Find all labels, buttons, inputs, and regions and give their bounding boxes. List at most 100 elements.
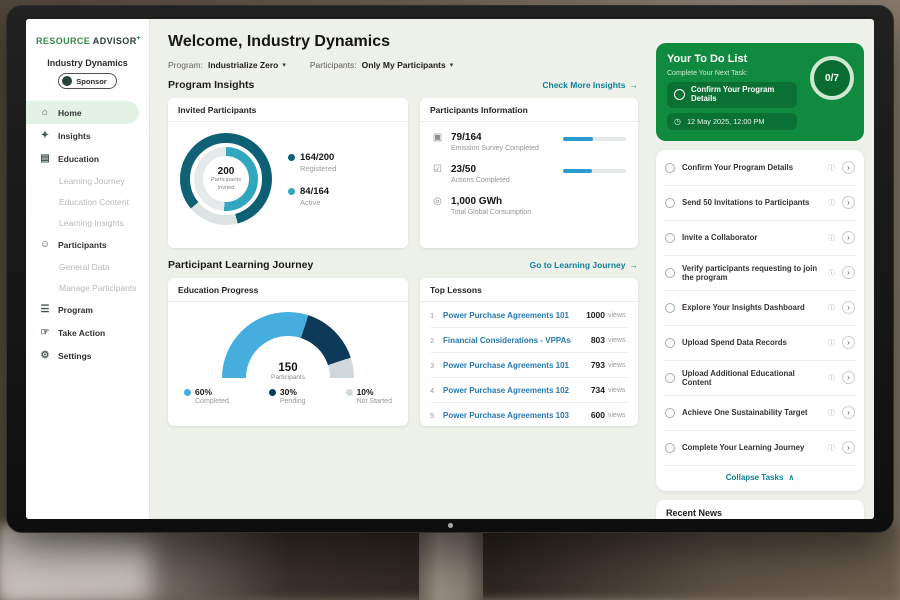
participants-filter-value: Only My Participants [362, 60, 446, 70]
info-label: Actions Completed [451, 177, 555, 184]
chevron-right-icon[interactable]: › [842, 371, 855, 384]
app-logo: RESOURCE ADVISOR+ [26, 35, 149, 58]
chevron-up-icon: ∧ [788, 473, 794, 482]
sidebar-subitem-label: General Data [59, 262, 110, 272]
lesson-link[interactable]: Power Purchase Agreements 103 [443, 411, 591, 420]
participants-filter[interactable]: Participants: Only My Participants ▾ [310, 60, 453, 70]
monitor-led [448, 523, 453, 528]
arrow-right-icon: → [630, 260, 639, 270]
chevron-right-icon[interactable]: › [842, 336, 855, 349]
sidebar-item-label: Education [58, 154, 99, 164]
chevron-right-icon[interactable]: › [842, 441, 855, 454]
task-checkbox[interactable] [674, 89, 685, 100]
task-label: Upload Spend Data Records [682, 338, 821, 347]
sidebar-item-learning-journey[interactable]: Learning Journey [26, 170, 149, 191]
chevron-right-icon[interactable]: › [842, 406, 855, 419]
task-checkbox[interactable] [665, 198, 675, 208]
lesson-rank: 2 [430, 336, 443, 345]
task-row-invite-collaborator[interactable]: Invite a Collaborator ⓘ › [665, 221, 855, 256]
task-checkbox[interactable] [665, 303, 675, 313]
sidebar-item-learning-insights[interactable]: Learning Insights [26, 212, 149, 233]
main-content: Welcome, Industry Dynamics Program: Indu… [150, 19, 650, 519]
logo-advisor: ADVISOR [93, 36, 137, 46]
task-row-verify-participants[interactable]: Verify participants requesting to join t… [665, 256, 855, 291]
chevron-right-icon[interactable]: › [842, 301, 855, 314]
todo-next-task[interactable]: Confirm Your Program Details [667, 82, 797, 108]
participants-icon: ☺ [39, 239, 51, 250]
sidebar-item-manage-participants[interactable]: Manage Participants [26, 277, 149, 298]
info-value: 23/50 [451, 164, 555, 175]
lesson-rank: 3 [430, 361, 443, 370]
info-value: 79/164 [451, 132, 555, 143]
lesson-link[interactable]: Power Purchase Agreements 101 [443, 311, 586, 320]
sidebar-item-label: Settings [58, 351, 92, 361]
program-filter[interactable]: Program: Industrialize Zero ▾ [168, 60, 286, 70]
sidebar-item-label: Insights [58, 131, 91, 141]
lesson-views: 793 [591, 360, 605, 370]
task-checkbox[interactable] [665, 408, 675, 418]
sidebar-item-settings[interactable]: ⚙ Settings [26, 344, 149, 367]
sidebar-item-education[interactable]: ▤ Education [26, 147, 149, 170]
donut-legend: 164/200 Registered 84/164 Active [288, 152, 336, 207]
chevron-right-icon[interactable]: › [842, 196, 855, 209]
sidebar-item-insights[interactable]: ✦ Insights [26, 124, 149, 147]
task-row-achieve-sustainability-target[interactable]: Achieve One Sustainability Target ⓘ › [665, 396, 855, 431]
task-label: Confirm Your Program Details [682, 163, 821, 172]
sidebar-item-program[interactable]: ☰ Program [26, 298, 149, 321]
task-label: Invite a Collaborator [682, 233, 821, 242]
logo-resource: RESOURCE [36, 36, 90, 46]
task-row-upload-educational-content[interactable]: Upload Additional Educational Content ⓘ … [665, 361, 855, 396]
todo-due-date: 12 May 2025, 12:00 PM [687, 117, 764, 126]
lesson-link[interactable]: Power Purchase Agreements 102 [443, 386, 591, 395]
chevron-right-icon[interactable]: › [842, 161, 855, 174]
learning-cards-row: Education Progress 150 Participants [168, 278, 638, 426]
chevron-right-icon[interactable]: › [842, 231, 855, 244]
program-filter-label: Program: [168, 60, 203, 70]
sidebar-subitem-label: Learning Insights [59, 218, 124, 228]
task-row-upload-spend-data[interactable]: Upload Spend Data Records ⓘ › [665, 326, 855, 361]
task-row-send-invitations[interactable]: Send 50 Invitations to Participants ⓘ › [665, 186, 855, 221]
task-checkbox[interactable] [665, 268, 675, 278]
legend-entry-completed: 60% Completed [184, 387, 229, 405]
active-dot-icon [288, 188, 295, 195]
education-icon: ▤ [39, 153, 51, 164]
collapse-tasks-link[interactable]: Collapse Tasks ∧ [665, 466, 855, 490]
go-to-learning-journey-link[interactable]: Go to Learning Journey → [530, 260, 638, 270]
sidebar-subitem-label: Learning Journey [59, 176, 125, 186]
lesson-rank: 1 [430, 311, 443, 320]
logo-plus: + [137, 35, 142, 42]
background-desk-highlight [0, 540, 150, 600]
invited-count-label: Participants Invited [206, 177, 246, 191]
education-progress-card: Education Progress 150 Participants [168, 278, 408, 426]
sidebar-item-education-content[interactable]: Education Content [26, 191, 149, 212]
task-checkbox[interactable] [665, 233, 675, 243]
org-name: Industry Dynamics [26, 58, 149, 68]
donut-center: 200 Participants Invited [203, 156, 249, 202]
task-row-confirm-details[interactable]: Confirm Your Program Details ⓘ › [665, 151, 855, 186]
info-row-consumption: ◎ 1,000 GWh Total Global Consumption [432, 196, 626, 216]
sidebar-item-home[interactable]: ⌂ Home [26, 101, 139, 124]
monitor: RESOURCE ADVISOR+ Industry Dynamics Spon… [6, 5, 894, 533]
check-more-insights-link[interactable]: Check More Insights → [542, 80, 638, 90]
lesson-link[interactable]: Power Purchase Agreements 101 [443, 361, 591, 370]
recent-news-title: Recent News [666, 508, 722, 518]
lesson-link[interactable]: Financial Considerations - VPPAs [443, 336, 591, 345]
info-value: 1,000 GWh [451, 196, 555, 207]
task-label: Verify participants requesting to join t… [682, 264, 821, 283]
task-checkbox[interactable] [665, 163, 675, 173]
task-checkbox[interactable] [665, 443, 675, 453]
task-row-complete-learning-journey[interactable]: Complete Your Learning Journey ⓘ › [665, 431, 855, 466]
info-icon: ⓘ [828, 338, 835, 348]
legend-label: Active [300, 198, 336, 207]
sidebar-item-take-action[interactable]: ☞ Take Action [26, 321, 149, 344]
chevron-right-icon[interactable]: › [842, 266, 855, 279]
recent-news-card: Recent News [656, 500, 864, 519]
lesson-views-label: views [608, 362, 628, 369]
sidebar-item-general-data[interactable]: General Data [26, 256, 149, 277]
task-checkbox[interactable] [665, 338, 675, 348]
legend-pct: 60% [195, 387, 212, 397]
monitor-stand [419, 531, 483, 600]
sidebar-item-participants[interactable]: ☺ Participants [26, 233, 149, 256]
task-checkbox[interactable] [665, 373, 675, 383]
task-row-explore-insights[interactable]: Explore Your Insights Dashboard ⓘ › [665, 291, 855, 326]
